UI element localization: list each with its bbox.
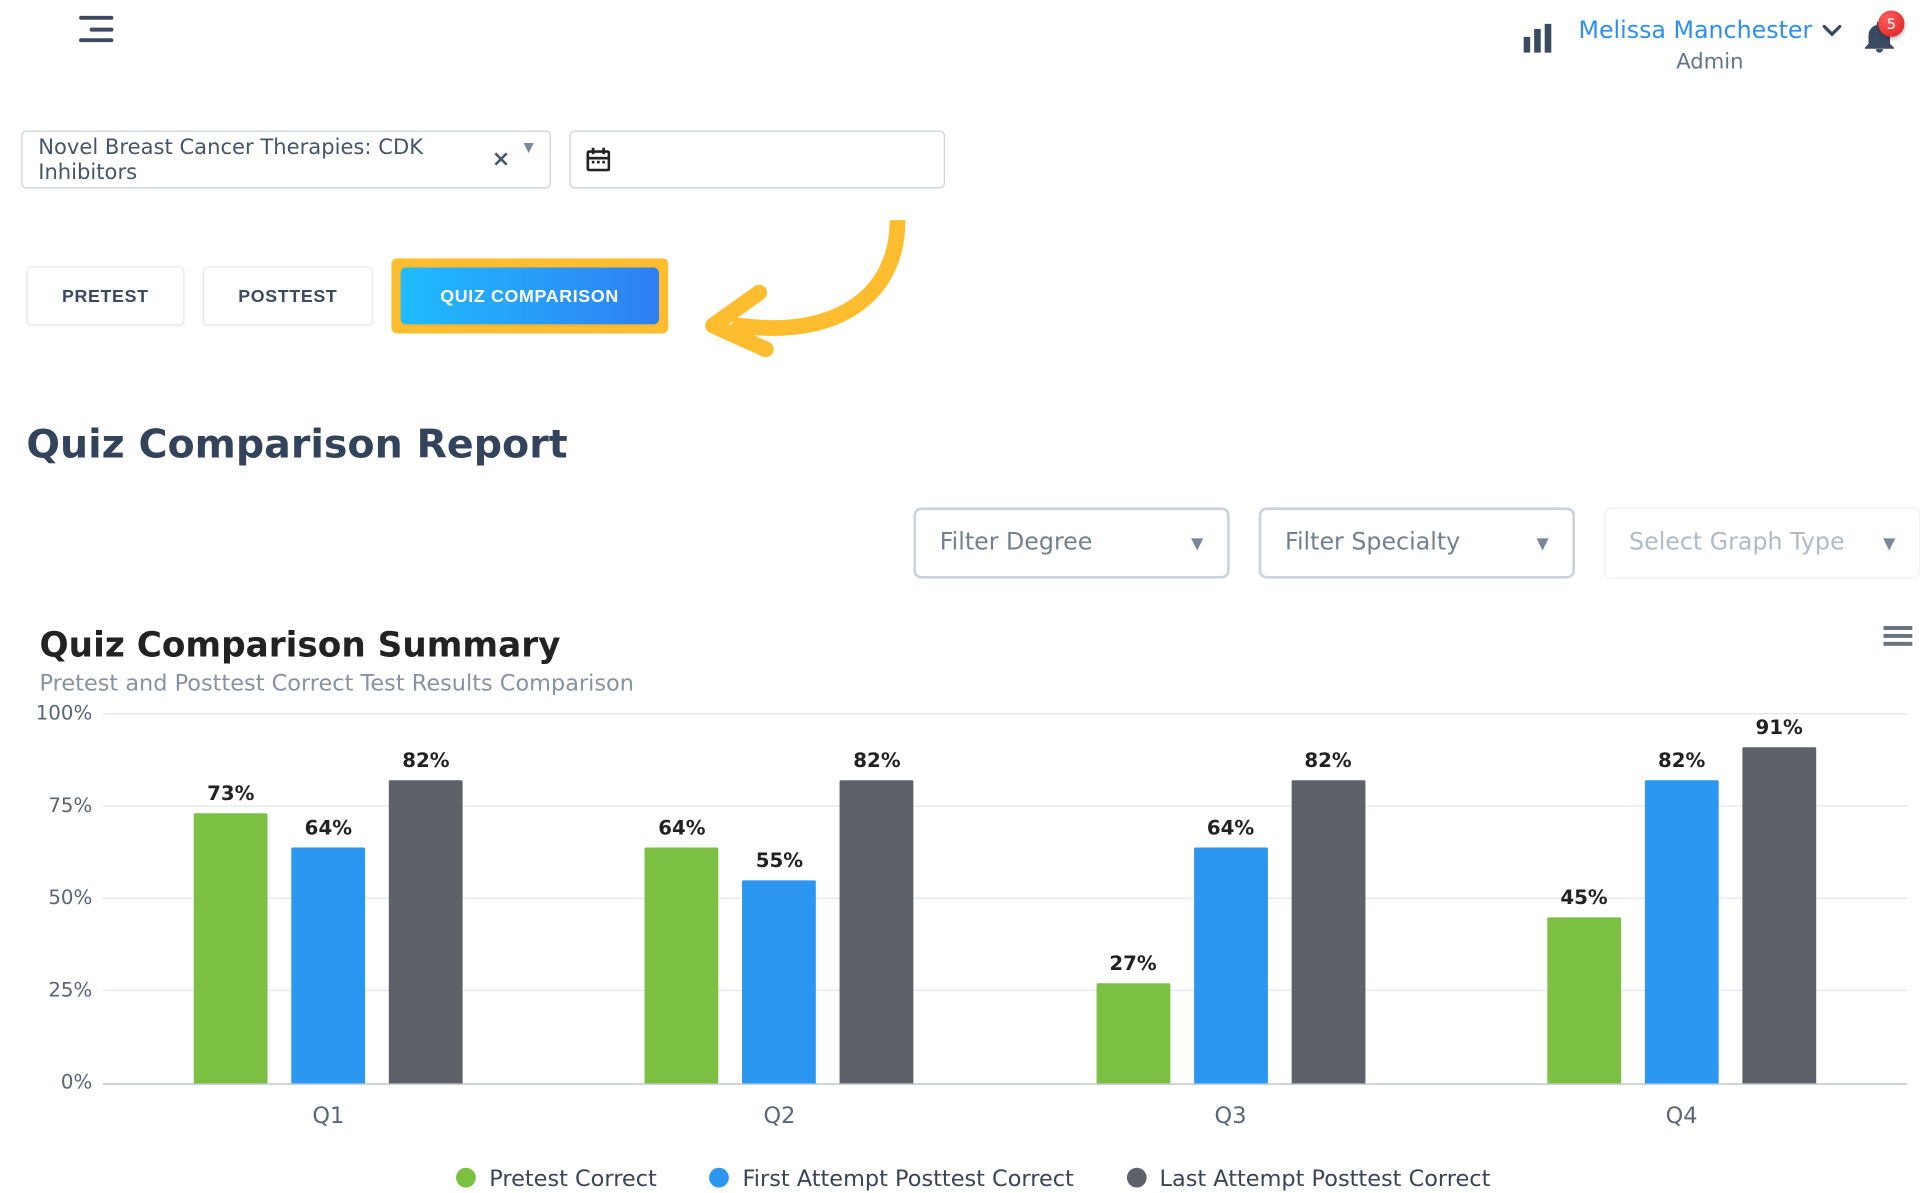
clear-course-icon[interactable]: × [492,146,511,172]
arrow-annotation-icon [699,220,910,372]
bar: 82% [1291,781,1365,1084]
filter-specialty-select[interactable]: Filter Specialty ▼ [1259,507,1575,578]
bar: 82% [840,781,914,1084]
bar: 73% [194,814,268,1083]
bar-group: 45% 82% 91% [1523,715,1839,1083]
dropdown-caret-icon: ▼ [524,141,534,155]
chart-legend: Pretest Correct First Attempt Posttest Co… [40,1129,1908,1192]
chart-subtitle: Pretest and Posttest Correct Test Result… [0,671,1920,697]
x-tick-label: Q4 [1523,1103,1839,1129]
bar-value-label: 27% [1109,952,1156,976]
bar-value-label: 73% [207,782,254,806]
legend-item: Pretest Correct [456,1166,657,1192]
user-role-label: Admin [1676,49,1743,74]
dropdown-caret-icon: ▼ [1536,534,1548,552]
graph-type-label: Select Graph Type [1629,529,1845,557]
chart-menu-button[interactable] [1883,626,1912,654]
user-name-label: Melissa Manchester [1578,16,1812,47]
legend-swatch-icon [710,1167,730,1187]
filter-degree-select[interactable]: Filter Degree ▼ [913,507,1229,578]
bar-group: 73% 64% 82% [170,715,486,1083]
y-tick-label: 75% [26,793,92,817]
legend-item: First Attempt Posttest Correct [710,1166,1074,1192]
chevron-down-icon [1823,25,1841,38]
graph-type-select[interactable]: Select Graph Type ▼ [1604,507,1920,578]
x-tick-label: Q2 [621,1103,937,1129]
bar: 82% [1645,781,1719,1084]
bar: 55% [743,880,817,1083]
bar: 82% [389,781,463,1084]
bar-value-label: 82% [402,749,449,773]
bar-group: 64% 55% 82% [621,715,937,1083]
bar-value-label: 82% [1658,749,1705,773]
x-tick-label: Q1 [170,1103,486,1129]
bar-value-label: 64% [658,815,705,839]
bar-value-label: 45% [1560,885,1607,909]
course-selected-label: Novel Breast Cancer Therapies: CDK Inhib… [38,134,478,184]
tab-posttest[interactable]: POSTTEST [203,266,373,325]
bar: 91% [1742,747,1816,1083]
y-tick-label: 0% [26,1070,92,1094]
x-tick-label: Q3 [1072,1103,1388,1129]
course-select[interactable]: Novel Breast Cancer Therapies: CDK Inhib… [21,130,551,188]
chart-title: Quiz Comparison Summary [0,578,1920,670]
filter-specialty-label: Filter Specialty [1285,529,1460,557]
dropdown-caret-icon: ▼ [1883,534,1895,552]
y-tick-label: 100% [26,701,92,725]
notifications-button[interactable]: 5 [1865,21,1894,59]
dropdown-caret-icon: ▼ [1191,534,1203,552]
bar-value-label: 55% [756,849,803,873]
bar-value-label: 64% [1207,815,1254,839]
menu-toggle-icon[interactable] [79,16,113,42]
page-title: Quiz Comparison Report [0,371,1920,467]
filter-degree-label: Filter Degree [940,529,1093,557]
legend-swatch-icon [1127,1167,1147,1187]
notification-count-badge: 5 [1878,11,1904,37]
calendar-icon [587,147,611,171]
user-menu[interactable]: Melissa Manchester [1578,16,1841,47]
bar: 45% [1547,917,1621,1083]
bar-group: 27% 64% 82% [1072,715,1388,1083]
highlight-annotation: QUIZ COMPARISON [391,258,667,333]
bar: 64% [645,847,719,1083]
hamburger-menu-icon [1883,626,1912,647]
legend-item: Last Attempt Posttest Correct [1127,1166,1491,1192]
y-tick-label: 25% [26,978,92,1002]
bar: 64% [291,847,365,1083]
bar-value-label: 82% [853,749,900,773]
bar: 64% [1194,847,1268,1083]
bar: 27% [1096,983,1170,1083]
date-range-picker[interactable] [569,130,945,188]
tab-quiz-comparison[interactable]: QUIZ COMPARISON [401,267,659,324]
tab-pretest[interactable]: PRETEST [26,266,184,325]
bar-value-label: 91% [1755,716,1802,740]
legend-swatch-icon [456,1167,476,1187]
bar-chart: 73%64%82%64%55%82%27%64%82%45%82%91% 0%2… [103,715,1907,1084]
brand-logo-icon [1523,24,1555,60]
bar-value-label: 64% [305,815,352,839]
bar-value-label: 82% [1304,749,1351,773]
y-tick-label: 50% [26,885,92,909]
